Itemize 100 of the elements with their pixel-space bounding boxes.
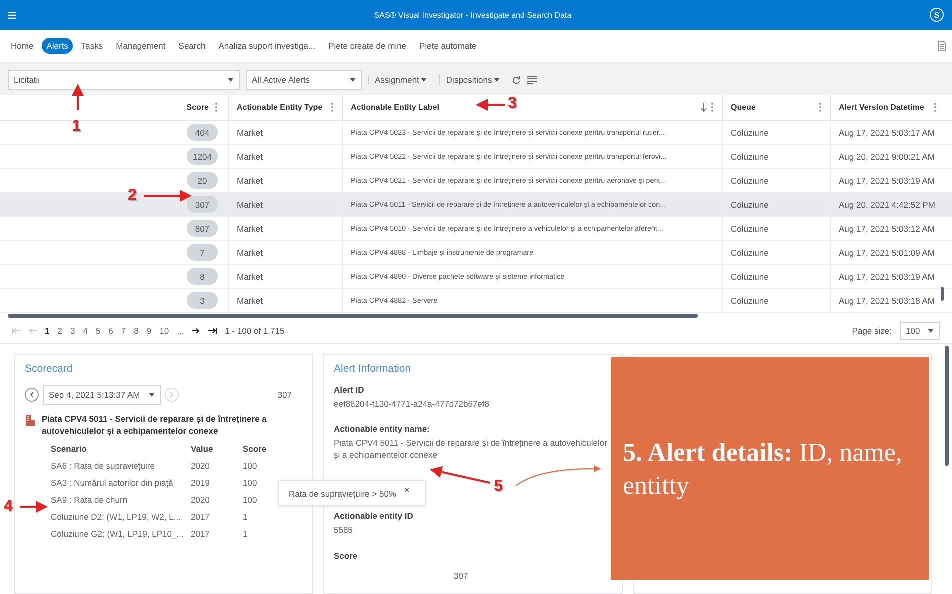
table-cell: Aug 17, 2021 5:03:19 AM (839, 176, 935, 186)
previous-page-icon[interactable] (29, 328, 37, 334)
column-header: Value (191, 444, 214, 454)
score-badge: 20 (187, 172, 218, 189)
date-dropdown[interactable]: Sep 4, 2021 5:13:37 AM (43, 385, 161, 405)
page-link[interactable]: 8 (134, 326, 139, 336)
document-icon[interactable] (938, 41, 946, 51)
scenario-name[interactable]: SA6 : Rata de supraviețuire (51, 460, 191, 471)
table-cell: Aug 17, 2021 5:03:18 AM (839, 296, 935, 306)
score-badge: 807 (187, 220, 218, 237)
more-icon[interactable] (215, 103, 218, 112)
scenario-name[interactable]: SA3 : Numărul actorilor din piață (51, 478, 191, 488)
page-link[interactable]: 5 (96, 326, 101, 336)
close-button[interactable]: × (404, 486, 410, 495)
annotation-arrow (20, 501, 48, 513)
table-cell: Coluziune (731, 296, 769, 306)
page-link[interactable]: ... (177, 326, 184, 336)
filter-dropdown[interactable]: Licitatii (8, 70, 240, 90)
caret-icon (149, 393, 155, 397)
caret-icon (350, 78, 356, 82)
table-cell: Market (237, 224, 263, 234)
more-icon[interactable] (819, 103, 822, 112)
table-cell: Market (237, 272, 263, 282)
nav-tab[interactable]: Management (111, 38, 171, 54)
scenario-score: 100 (243, 460, 258, 471)
page-range: 1 - 100 of 1,715 (225, 326, 285, 336)
annotation-arrow (430, 466, 490, 484)
page-size-label: Page size: (852, 326, 892, 336)
field-label: Alert ID (334, 385, 366, 395)
previous-button[interactable] (25, 388, 39, 402)
score-badge: 307 (187, 196, 218, 213)
scenario-score: 1 (243, 512, 249, 522)
scrollbar[interactable] (941, 287, 944, 301)
table-cell: Market (237, 152, 263, 162)
chevron-left-icon (30, 392, 34, 398)
scrollbar[interactable] (945, 346, 949, 466)
nav-tab[interactable]: Alerts (42, 38, 74, 54)
column-header[interactable]: Queue (731, 103, 756, 112)
scenario-name[interactable]: Coluziune D2: (W1, LP19, W2, L... (51, 512, 191, 522)
page-link[interactable]: 2 (58, 326, 62, 336)
menu-icon[interactable] (8, 12, 16, 18)
table-cell: Market (237, 200, 263, 210)
scrollbar[interactable] (8, 314, 698, 318)
page-link[interactable]: 10 (160, 326, 170, 336)
toolbar-menu[interactable]: Dispositions (439, 75, 506, 85)
scenario-value: 2019 (191, 478, 211, 488)
scenario-name[interactable]: SA9 : Rata de churn (51, 494, 191, 505)
table-cell: Aug 20, 2021 4:42:52 PM (839, 200, 936, 210)
nav-tab[interactable]: Tasks (76, 38, 108, 54)
annotation-arrow (144, 190, 192, 202)
sort-down-icon[interactable] (701, 103, 707, 112)
table-cell: Coluziune (731, 224, 769, 234)
page-link[interactable]: 3 (70, 326, 76, 336)
page-link[interactable]: 9 (146, 326, 152, 336)
column-header: Scenario (51, 444, 88, 454)
table-cell: Aug 17, 2021 5:03:17 AM (839, 128, 935, 138)
entity-name: Piata CPV4 5011 - Servicii de reparare și de întreținere a autovehiculelor și a echipamentelor conexe (42, 413, 268, 438)
column-header: Score (243, 444, 268, 454)
page-link[interactable]: 4 (83, 326, 88, 336)
nav-tab[interactable]: Piete create de mine (324, 38, 412, 54)
user-avatar[interactable]: S (930, 8, 944, 22)
nav-tab[interactable]: Home (6, 38, 39, 54)
building-icon (25, 415, 36, 426)
panel-title: Alert Information (334, 363, 412, 375)
annotation-number: 3 (508, 95, 517, 113)
nav-tab[interactable]: Search (174, 38, 211, 54)
table-cell: Coluziune (731, 200, 769, 210)
scenario-value: 2017 (191, 512, 211, 522)
scenario-value: 2017 (191, 528, 211, 539)
field-label: Score (334, 550, 359, 561)
first-page-icon[interactable] (12, 328, 21, 334)
more-icon[interactable] (934, 103, 937, 112)
more-icon[interactable] (331, 103, 334, 112)
view-dropdown[interactable]: All Active Alerts (246, 70, 362, 90)
more-icon[interactable] (711, 103, 714, 112)
column-header[interactable]: Alert Version Datetime (839, 103, 924, 112)
refresh-icon[interactable] (512, 76, 522, 84)
annotation-number: 1 (72, 118, 81, 136)
column-header[interactable]: Actionable Entity Label (351, 103, 440, 112)
next-page-icon[interactable] (192, 328, 200, 334)
page-link[interactable]: 7 (121, 326, 126, 336)
page-link[interactable]: 1 (45, 326, 50, 336)
nav-tab[interactable]: Piete automate (414, 38, 482, 54)
caret-icon (928, 328, 934, 332)
score-badge: 3 (187, 292, 218, 309)
column-header[interactable]: Score (186, 103, 209, 112)
toolbar-menu[interactable]: Assignment (368, 75, 434, 85)
page-link[interactable]: 6 (108, 326, 114, 336)
table-cell: Coluziune (731, 272, 769, 282)
last-page-icon[interactable] (208, 328, 218, 334)
nav-tab[interactable]: Analiza suport investiga... (214, 38, 321, 54)
score-badge: 8 (187, 268, 218, 285)
scenario-name[interactable]: Coluziune G2: (W1, LP19, LP10_... (51, 528, 191, 539)
scenario-score: 100 (243, 478, 258, 488)
list-icon[interactable] (527, 76, 538, 84)
next-button[interactable] (165, 388, 179, 402)
column-header[interactable]: Actionable Entity Type (237, 103, 323, 112)
score-badge: 1204 (187, 148, 218, 165)
page-size-dropdown[interactable]: 100 (900, 322, 940, 340)
field-label: Actionable entity ID (334, 511, 414, 522)
